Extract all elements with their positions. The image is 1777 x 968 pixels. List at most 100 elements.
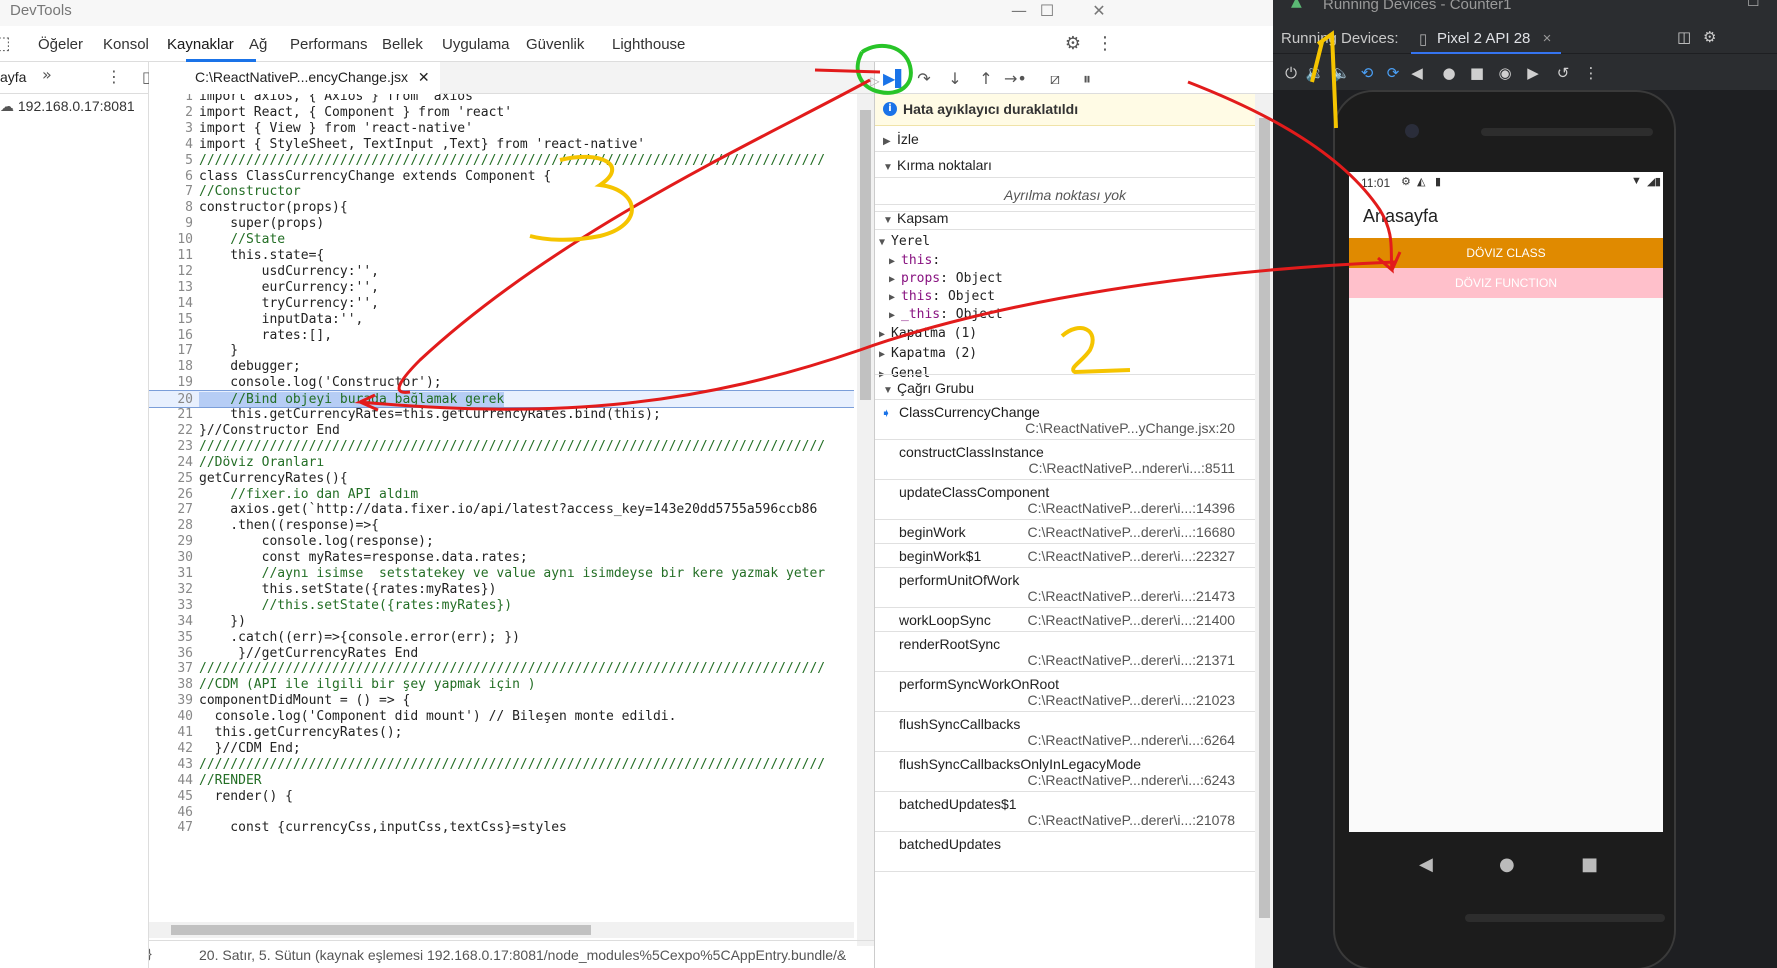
layout-icon[interactable]: ◫: [1677, 28, 1691, 46]
doviz-function-button[interactable]: DÖVIZ FUNCTION: [1349, 268, 1663, 298]
call-frame[interactable]: beginWork C:\ReactNativeP...derer\i...:16…: [875, 520, 1255, 544]
more-tabs-icon[interactable]: »: [42, 65, 52, 84]
navigator-tab-page[interactable]: ayfa: [0, 69, 26, 85]
file-tab[interactable]: C:\ReactNativeP...encyChange.jsx ✕: [149, 62, 440, 94]
code-line[interactable]: 47 const {currencyCss,inputCss,textCss}=…: [149, 819, 854, 837]
frame-location[interactable]: C:\ReactNativeP...nderer\i...:8511: [1029, 460, 1235, 476]
step-over-icon[interactable]: ↷: [913, 68, 935, 90]
frame-location[interactable]: C:\ReactNativeP...derer\i...:21371: [1027, 652, 1235, 668]
call-frame[interactable]: workLoopSync C:\ReactNativeP...derer\i...…: [875, 608, 1255, 632]
call-frame[interactable]: renderRootSync C:\ReactNativeP...derer\i.…: [875, 632, 1255, 672]
scope-var-row[interactable]: ▶ this: Object: [889, 287, 995, 307]
screenshot-camera-icon[interactable]: ◉: [1495, 63, 1515, 83]
frame-location[interactable]: C:\ReactNativeP...derer\i...:21023: [1027, 692, 1235, 708]
closure-row[interactable]: ▶ Kapatma (2): [879, 344, 977, 364]
more-options-icon[interactable]: ⋮: [1581, 63, 1601, 83]
scroll-thumb[interactable]: [171, 925, 591, 935]
scroll-thumb[interactable]: [1259, 118, 1270, 918]
scroll-thumb[interactable]: [860, 110, 871, 400]
devtools-tabbar: ⬚ Öğeler Konsol Kaynaklar Ağ Performans …: [0, 26, 1273, 62]
call-stack-pane-header[interactable]: ▼ Çağrı Grubu: [875, 374, 1255, 400]
phone-screen[interactable]: 11:01 ⚙ ◭ ▮ ▼ ◢ ▮ Anasayfa DÖVIZ CLASS D…: [1349, 172, 1663, 832]
call-frame[interactable]: batchedUpdates$1 C:\ReactNativeP...derer\…: [875, 792, 1255, 832]
call-frame[interactable]: updateClassComponent C:\ReactNativeP...de…: [875, 480, 1255, 520]
call-frame[interactable]: ➧ ClassCurrencyChange C:\ReactNativeP...yC…: [875, 400, 1255, 440]
call-frame[interactable]: performUnitOfWork C:\ReactNativeP...derer…: [875, 568, 1255, 608]
step-out-icon[interactable]: ↑: [975, 68, 997, 90]
tab-network[interactable]: Ağ: [249, 36, 267, 53]
home-icon[interactable]: ●: [1499, 854, 1515, 875]
home-icon[interactable]: ●: [1439, 63, 1459, 83]
call-frame[interactable]: beginWork$1 C:\ReactNativeP...derer\i...:…: [875, 544, 1255, 568]
local-scope-row[interactable]: ▼ Yerel: [879, 232, 930, 252]
tab-security[interactable]: Güvenlik: [526, 36, 584, 53]
close-tab-icon[interactable]: ×: [1543, 30, 1552, 47]
step-icon[interactable]: →•: [1004, 68, 1027, 90]
frame-location[interactable]: C:\ReactNativeP...yChange.jsx:20: [1025, 420, 1235, 436]
watch-pane-header[interactable]: ▶ İzle: [875, 126, 1255, 152]
deactivate-breakpoints-icon[interactable]: ⧄: [1044, 68, 1066, 90]
frame-location[interactable]: C:\ReactNativeP...derer\i...:21078: [1027, 812, 1235, 828]
doviz-class-button[interactable]: DÖVIZ CLASS: [1349, 238, 1663, 268]
call-frame[interactable]: batchedUpdates: [875, 832, 1255, 872]
scope-var-row[interactable]: ▶ this:: [889, 251, 940, 271]
screen-record-icon[interactable]: ▶: [1523, 63, 1543, 83]
app-header: Anasayfa: [1349, 194, 1663, 240]
settings-gear-icon[interactable]: ⚙: [1063, 34, 1083, 54]
volume-up-icon[interactable]: 🔉: [1305, 63, 1325, 83]
tab-performance[interactable]: Performans: [290, 36, 368, 53]
frame-location[interactable]: C:\ReactNativeP...derer\i...:22327: [1027, 548, 1235, 564]
overview-icon[interactable]: ■: [1581, 854, 1598, 875]
close-tab-icon[interactable]: ✕: [418, 69, 430, 85]
earpiece: [1481, 128, 1653, 136]
tab-memory[interactable]: Bellek: [382, 36, 423, 53]
navigator-host-item[interactable]: ☁ 192.168.0.17:8081: [0, 98, 135, 115]
resume-icon[interactable]: ▶▌: [883, 68, 908, 90]
rotate-left-icon[interactable]: ⟲: [1357, 63, 1377, 83]
call-frame[interactable]: flushSyncCallbacks C:\ReactNativeP...nder…: [875, 712, 1255, 752]
scope-var-row[interactable]: ▶ _this: Object: [889, 305, 1003, 325]
code-text: tryCurrency:'',: [199, 295, 380, 311]
overview-icon[interactable]: ■: [1467, 63, 1487, 83]
back-icon[interactable]: ◀: [1419, 854, 1433, 875]
tab-sources[interactable]: Kaynaklar: [167, 36, 234, 53]
tab-elements[interactable]: Öğeler: [38, 36, 83, 53]
line-number[interactable]: 47: [149, 819, 199, 837]
code-view[interactable]: 1 import axios, { Axios } from 'axios' 2 im…: [149, 94, 854, 968]
frame-location[interactable]: C:\ReactNativeP...derer\i...:16680: [1027, 524, 1235, 540]
more-options-icon[interactable]: ⋮: [1095, 34, 1115, 54]
call-frame[interactable]: flushSyncCallbacksOnlyInLegacyMode C:\Rea…: [875, 752, 1255, 792]
step-into-icon[interactable]: ↓: [944, 68, 966, 90]
maximize-icon[interactable]: ☐: [1747, 0, 1760, 10]
back-icon[interactable]: ◀: [1407, 63, 1427, 83]
volume-down-icon[interactable]: 🔈: [1331, 63, 1351, 83]
closure-row[interactable]: ▶ Kapatma (1): [879, 324, 977, 344]
sidebar-scrollbar[interactable]: [1255, 94, 1273, 968]
scope-var-row[interactable]: ▶ props: Object: [889, 269, 1003, 289]
tab-application[interactable]: Uygulama: [442, 36, 510, 53]
pretty-print-icon[interactable]: {}: [149, 946, 152, 961]
maximize-icon[interactable]: ☐: [1022, 0, 1072, 26]
settings-gear-icon[interactable]: ⚙: [1703, 28, 1716, 46]
navigator-menu-icon[interactable]: ⋮: [106, 67, 122, 86]
scope-pane-header[interactable]: ▼ Kapsam: [875, 204, 1255, 230]
frame-location[interactable]: C:\ReactNativeP...nderer\i...:6243: [1027, 772, 1235, 788]
reset-icon[interactable]: ↺: [1553, 63, 1573, 83]
breakpoints-pane-header[interactable]: ▼ Kırma noktaları: [875, 152, 1255, 178]
tab-console[interactable]: Konsol: [103, 36, 149, 53]
tab-lighthouse[interactable]: Lighthouse: [612, 36, 685, 53]
frame-location[interactable]: C:\ReactNativeP...derer\i...:21400: [1027, 612, 1235, 628]
call-frame[interactable]: constructClassInstance C:\ReactNativeP...…: [875, 440, 1255, 480]
frame-location[interactable]: C:\ReactNativeP...derer\i...:21473: [1027, 588, 1235, 604]
pause-on-exceptions-icon[interactable]: ⏸: [1076, 68, 1098, 90]
power-icon[interactable]: ⏻: [1281, 63, 1301, 83]
inspect-icon[interactable]: ⬚: [0, 34, 12, 54]
call-frame[interactable]: performSyncWorkOnRoot C:\ReactNativeP...d…: [875, 672, 1255, 712]
editor-vertical-scrollbar[interactable]: [857, 94, 874, 946]
editor-horizontal-scrollbar[interactable]: [149, 922, 854, 938]
close-icon[interactable]: ✕: [1074, 0, 1124, 26]
frame-location[interactable]: C:\ReactNativeP...derer\i...:14396: [1027, 500, 1235, 516]
rotate-right-icon[interactable]: ⟳: [1383, 63, 1403, 83]
device-tab[interactable]: ▯ Pixel 2 API 28 ×: [1411, 22, 1562, 54]
frame-location[interactable]: C:\ReactNativeP...nderer\i...:6264: [1027, 732, 1235, 748]
